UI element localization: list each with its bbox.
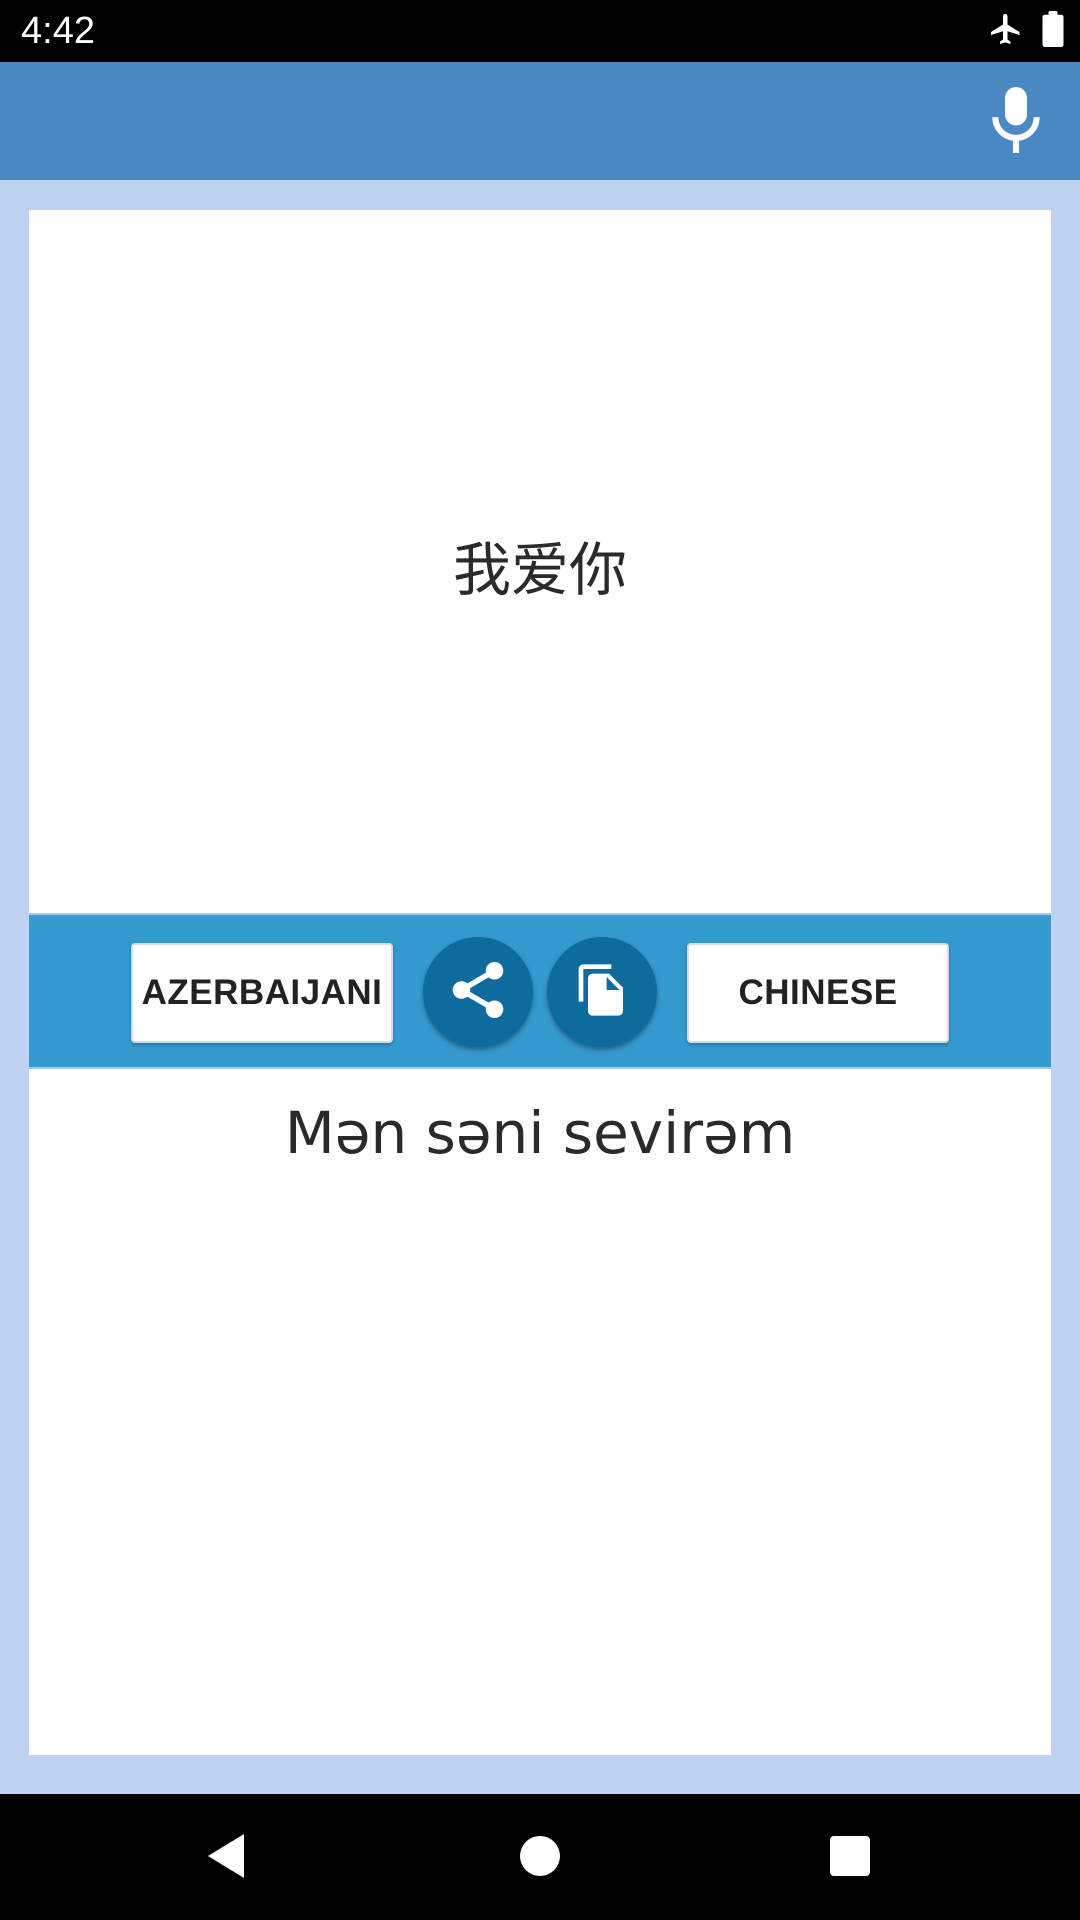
language-toolbar: AZERBAIJANI CHINESE	[29, 913, 1051, 1069]
microphone-icon	[989, 86, 1043, 158]
recents-icon	[830, 1835, 870, 1881]
back-button[interactable]	[186, 1818, 266, 1898]
airplane-mode-icon	[988, 11, 1024, 52]
target-text: Mən səni sevirəm	[284, 1099, 796, 1167]
source-text-panel[interactable]: 我爱你	[29, 210, 1051, 913]
copy-button[interactable]	[547, 937, 657, 1047]
status-bar: 4:42	[0, 0, 1080, 62]
share-icon	[445, 957, 511, 1028]
navigation-bar	[0, 1794, 1080, 1920]
app-bar	[0, 62, 1080, 180]
source-text: 我爱你	[452, 536, 627, 604]
home-icon	[520, 1835, 560, 1881]
share-button[interactable]	[423, 937, 533, 1047]
home-button[interactable]	[500, 1818, 580, 1898]
status-icons	[988, 10, 1064, 52]
battery-icon	[1042, 10, 1064, 52]
target-text-panel[interactable]: Mən səni sevirəm	[29, 1069, 1051, 1755]
back-icon	[204, 1832, 248, 1885]
status-time: 4:42	[21, 10, 95, 52]
recents-button[interactable]	[810, 1818, 890, 1898]
copy-icon	[574, 962, 630, 1023]
microphone-button[interactable]	[980, 86, 1052, 158]
target-language-button[interactable]: CHINESE	[687, 943, 949, 1043]
source-language-button[interactable]: AZERBAIJANI	[131, 943, 393, 1043]
